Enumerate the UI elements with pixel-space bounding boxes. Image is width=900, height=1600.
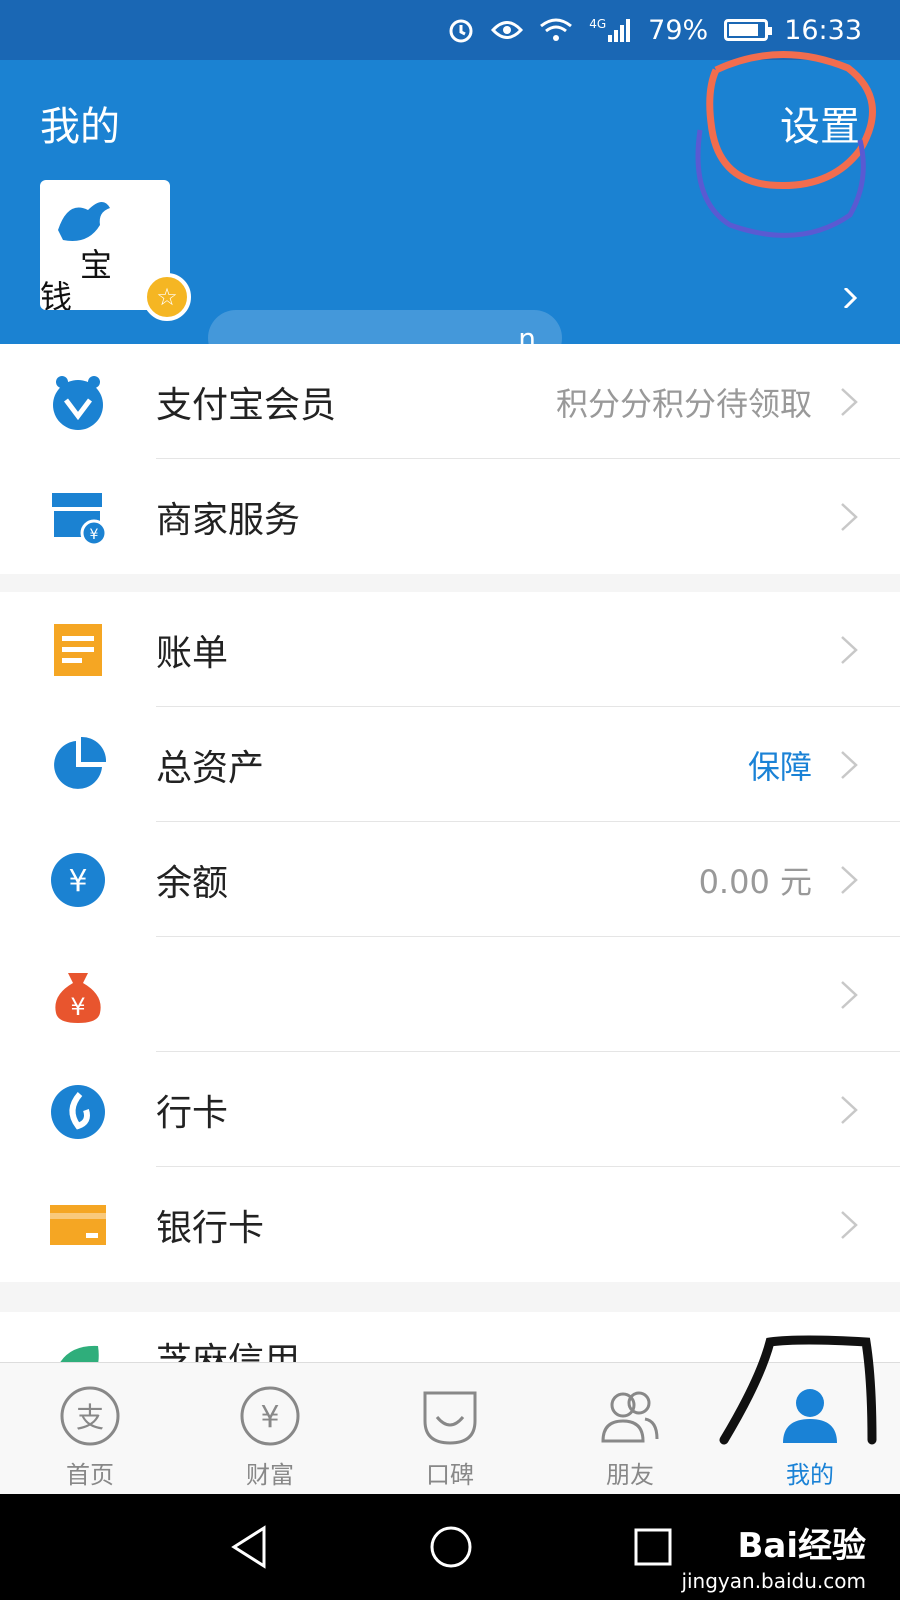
chevron-right-icon [841, 751, 858, 779]
sesame-icon [60, 1345, 99, 1362]
friends-icon [601, 1391, 659, 1443]
alipay-icon: 支 [60, 1386, 120, 1446]
settings-button[interactable]: 设置 [780, 94, 860, 152]
recents-icon[interactable] [628, 1522, 678, 1572]
svg-text:¥: ¥ [70, 993, 85, 1021]
svg-text:¥: ¥ [90, 527, 99, 543]
list-item-bank-card[interactable]: 银行卡 [0, 1167, 900, 1282]
section-credit: 芝麻信用 [0, 1312, 900, 1362]
bill-icon [54, 624, 102, 676]
list-item-yuebao[interactable]: ¥ [0, 937, 900, 1052]
list-item-label: 账单 [156, 632, 229, 674]
list-item-label: 芝麻信用 [156, 1341, 301, 1362]
chevron-right-icon [841, 1096, 858, 1124]
tab-home[interactable]: 支 首页 [0, 1363, 180, 1495]
tab-label: 口碑 [426, 1461, 474, 1489]
person-icon [783, 1389, 837, 1443]
chevron-right-icon [841, 503, 858, 531]
money-bag-icon: ¥ [55, 973, 101, 1023]
svg-text:¥: ¥ [68, 864, 87, 899]
huabei-icon [51, 1085, 105, 1139]
wifi-icon [539, 17, 573, 43]
watermark-brand: Bai经验 [737, 1526, 866, 1566]
battery-percent: 79% [648, 14, 709, 46]
list-item-label: 支付宝会员 [156, 384, 337, 426]
system-nav-bar: Bai经验 jingyan.baidu.com [0, 1494, 900, 1600]
clock-time: 16:33 [784, 14, 862, 46]
store-icon: ¥ [52, 493, 108, 547]
section-membership: 支付宝会员 积分分积分待领取 ¥ 商家服务 [0, 344, 900, 574]
home-icon[interactable] [426, 1522, 476, 1572]
svg-text:¥: ¥ [260, 1400, 279, 1435]
list-item-label: 行卡 [156, 1092, 229, 1134]
tab-wealth[interactable]: ¥ 财富 [180, 1363, 360, 1495]
koubei-icon [423, 1391, 477, 1445]
bank-card-icon [50, 1205, 106, 1245]
chevron-right-icon[interactable] [840, 288, 860, 308]
list-item-label: 总资产 [156, 747, 265, 789]
avatar-text-2: 钱 [40, 278, 73, 310]
tab-label: 我的 [786, 1461, 834, 1489]
member-icon [53, 376, 103, 430]
tab-label: 首页 [66, 1461, 114, 1489]
chevron-right-icon [841, 636, 858, 664]
eye-icon [491, 19, 524, 41]
profile-header: 我的 设置 宝 钱 n [0, 60, 900, 366]
tab-mine[interactable]: 我的 [720, 1363, 900, 1495]
baidu-jingyan-watermark: Bai经验 jingyan.baidu.com [681, 1518, 866, 1593]
list-item-label: 余额 [156, 862, 229, 904]
list-item-total-assets[interactable]: 总资产 保障 [0, 707, 900, 822]
tab-label: 朋友 [606, 1461, 654, 1489]
signal-icon: 4G [589, 17, 632, 43]
list-item-label: 银行卡 [156, 1207, 265, 1249]
back-icon[interactable] [224, 1522, 274, 1572]
list-item-label: 商家服务 [156, 499, 301, 541]
tab-friends[interactable]: 朋友 [540, 1363, 720, 1495]
chevron-right-icon [841, 1211, 858, 1239]
yuan-icon: ¥ [51, 853, 105, 907]
chevron-right-icon [841, 866, 858, 894]
star-badge-icon: ☆ [143, 273, 191, 321]
list-item-value: 0.00 元 [698, 862, 812, 901]
page-title: 我的 [40, 104, 120, 150]
wealth-icon: ¥ [240, 1386, 300, 1446]
list-item-member[interactable]: 支付宝会员 积分分积分待领取 [0, 344, 900, 459]
pie-chart-icon [54, 736, 107, 789]
list-item-value: 积分分积分待领取 [555, 384, 812, 423]
list-item-value: 保障 [747, 747, 812, 786]
avatar-text-1: 宝 [80, 246, 113, 284]
svg-text:支: 支 [76, 1401, 104, 1434]
bottom-tab-bar: 支 首页 ¥ 财富 口碑 朋友 我的 [0, 1362, 900, 1495]
status-bar: 4G 79% 16:33 [0, 0, 900, 60]
watermark-url: jingyan.baidu.com [681, 1569, 866, 1593]
list-item-bill[interactable]: 账单 [0, 592, 900, 707]
tab-koubei[interactable]: 口碑 [360, 1363, 540, 1495]
chevron-right-icon [841, 388, 858, 416]
tab-label: 财富 [246, 1461, 294, 1489]
list-item-merchant[interactable]: ¥ 商家服务 [0, 459, 900, 574]
list-item-sesame[interactable]: 芝麻信用 [0, 1312, 900, 1362]
battery-icon [724, 19, 773, 41]
list-item-balance[interactable]: ¥ 余额 0.00 元 [0, 822, 900, 937]
alarm-icon [447, 16, 475, 44]
section-assets: 账单 总资产 保障 ¥ 余额 0.00 元 ¥ 行卡 银行卡 [0, 592, 900, 1282]
list-item-huabei[interactable]: 行卡 [0, 1052, 900, 1167]
chevron-right-icon [841, 981, 858, 1009]
